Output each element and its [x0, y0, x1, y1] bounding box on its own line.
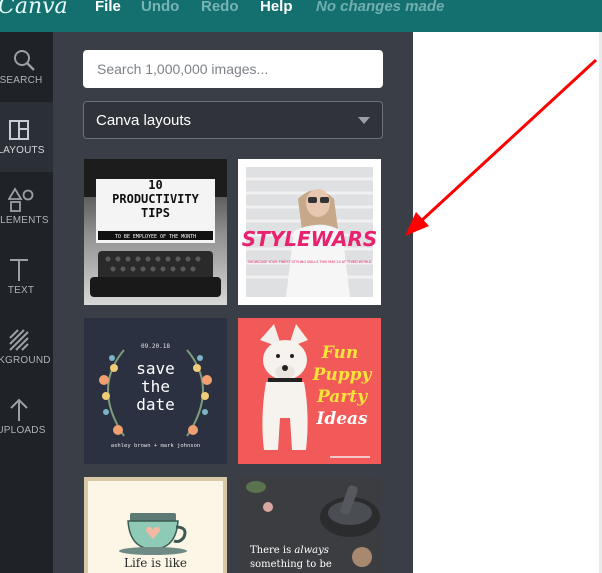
thumb-text: There is — [250, 545, 294, 556]
layout-thumbnail-life-is-like[interactable]: Life is like — [84, 477, 227, 573]
layout-thumbnail-mortar-quote[interactable]: There is always something to be — [238, 477, 381, 573]
search-icon — [14, 50, 35, 71]
thumb-text: PRODUCTIVITY — [112, 192, 199, 206]
mortar-photo: There is always something to be — [238, 477, 381, 573]
thumb-names: ashley brown + mark johnson — [111, 443, 200, 449]
text-icon — [10, 259, 28, 281]
canva-logo[interactable]: Canva — [0, 0, 68, 19]
chevron-down-icon — [358, 117, 370, 124]
typewriter-image: 10 PRODUCTIVITY TIPS TO BE EMPLOYEE OF T… — [84, 159, 227, 305]
layouts-panel: Canva layouts 10 PRODUCTIVITY TIPS TO B — [53, 32, 413, 573]
sidebar-item-label: LAYOUTS — [0, 145, 45, 156]
thumb-text: 10 — [148, 178, 162, 192]
save-status: No changes made — [316, 0, 445, 15]
background-icon — [9, 329, 29, 351]
svg-text:There is always: There is always — [250, 545, 329, 556]
teacup-card: Life is like — [84, 477, 227, 573]
thumb-text: TIPS — [141, 206, 170, 220]
sidebar-item-uploads[interactable]: UPLOADS — [0, 382, 53, 452]
left-sidebar: SEARCH LAYOUTS ELEMENTS TEXT — [0, 32, 53, 573]
sidebar-item-label: UPLOADS — [0, 425, 46, 436]
design-page[interactable] — [413, 32, 599, 573]
sidebar-item-layouts[interactable]: LAYOUTS — [0, 102, 53, 172]
thumb-text: Puppy — [312, 365, 373, 385]
menu-help[interactable]: Help — [260, 0, 293, 15]
thumb-text: Ideas — [315, 409, 368, 429]
layout-source-select[interactable]: Canva layouts — [83, 101, 383, 139]
thumb-caption: SHOWCASE YOUR FINEST STYLING SKILLS THIS… — [247, 260, 371, 264]
elements-icon — [8, 187, 34, 212]
menu-undo[interactable]: Undo — [141, 0, 179, 15]
thumb-text-emphasis: always — [294, 545, 328, 556]
sidebar-item-search[interactable]: SEARCH — [0, 32, 53, 102]
thumb-text: Fun — [321, 343, 359, 363]
thumb-date: 09.20.18 — [141, 343, 170, 350]
layout-thumbnail-productivity[interactable]: 10 PRODUCTIVITY TIPS TO BE EMPLOYEE OF T… — [84, 159, 227, 305]
menu-bar: Canva File Undo Redo Help No changes mad… — [0, 0, 602, 32]
sidebar-item-text[interactable]: TEXT — [0, 242, 53, 312]
thumb-text: something to be — [250, 559, 332, 570]
layout-thumbnail-puppy-party[interactable]: Fun Puppy Party Ideas — [238, 318, 381, 464]
layout-thumbnail-save-the-date[interactable]: 09.20.18 save the date ashley brown + ma… — [84, 318, 227, 464]
thumb-text: date — [136, 395, 175, 414]
uploads-icon — [10, 398, 28, 421]
select-value: Canva layouts — [96, 112, 192, 129]
menu-redo[interactable]: Redo — [201, 0, 239, 15]
thumb-text: save — [136, 359, 175, 378]
sidebar-item-elements[interactable]: ELEMENTS — [0, 172, 53, 242]
menu-file[interactable]: File — [95, 0, 121, 15]
sidebar-item-label: TEXT — [7, 285, 35, 296]
thumb-caption: TO BE EMPLOYEE OF THE MONTH — [115, 234, 196, 240]
sidebar-item-background[interactable]: BKGROUND — [0, 312, 53, 382]
thumb-text: Life is like — [124, 556, 187, 570]
sidebar-item-label: BKGROUND — [0, 355, 51, 366]
sidebar-item-label: ELEMENTS — [0, 215, 49, 226]
fashion-photo: STYLEWARS SHOWCASE YOUR FINEST STYLING S… — [238, 159, 381, 305]
sidebar-item-label: SEARCH — [0, 75, 43, 86]
layout-thumbnail-stylewars[interactable]: STYLEWARS SHOWCASE YOUR FINEST STYLING S… — [238, 159, 381, 305]
thumb-text: Party — [316, 387, 368, 407]
wreath-card: 09.20.18 save the date ashley brown + ma… — [84, 318, 227, 464]
puppy-photo: Fun Puppy Party Ideas — [238, 318, 381, 464]
image-search-input[interactable] — [83, 50, 383, 88]
design-canvas-area — [413, 32, 602, 573]
thumb-text: the — [141, 377, 170, 396]
layouts-icon — [9, 120, 29, 140]
thumb-title: STYLEWARS — [242, 227, 378, 251]
